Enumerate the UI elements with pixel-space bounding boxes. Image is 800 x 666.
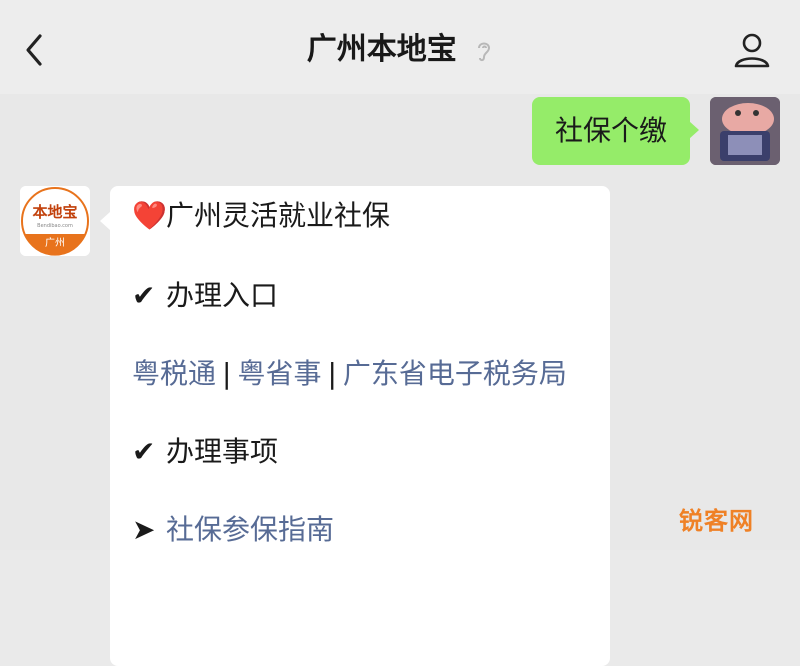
entry-heading-line: ✔ 办理入口 <box>132 276 278 316</box>
chat-title: 广州本地宝 <box>306 32 457 67</box>
items-heading-line: ✔ 办理事项 <box>132 432 278 472</box>
logo-city-text: 广州 <box>45 237 65 249</box>
arrow-right-icon: ➤ <box>132 513 156 546</box>
message-title: 广州灵活就业社保 <box>166 199 391 232</box>
watermark: 锐客网 <box>679 507 754 535</box>
person-icon <box>734 33 770 68</box>
link-yueshengshi[interactable]: 粤省事 <box>237 357 321 390</box>
items-heading: 办理事项 <box>166 435 279 468</box>
entry-heading: 办理入口 <box>166 279 279 312</box>
guide-line: ➤ 社保参保指南 <box>132 510 334 550</box>
sent-message-bubble[interactable]: 社保个缴 <box>532 97 690 165</box>
logo-site-text: Bendibao.com <box>37 223 73 229</box>
checkmark-icon: ✔ <box>132 435 156 468</box>
sent-message-text: 社保个缴 <box>554 114 667 147</box>
avatar-image <box>710 97 780 165</box>
chat-area[interactable]: 社保个缴 本地宝 Bendibao.com 广州 ❤️广州灵活就业社保 ✔ 办理入… <box>0 94 800 666</box>
link-separator: | <box>222 357 232 390</box>
heart-icon: ❤️ <box>132 199 167 232</box>
chat-header: 广州本地宝 <box>0 0 800 94</box>
contact-avatar[interactable]: 本地宝 Bendibao.com 广州 <box>20 186 90 256</box>
profile-button[interactable] <box>732 30 772 70</box>
link-separator: | <box>327 357 337 390</box>
link-guide[interactable]: 社保参保指南 <box>166 513 334 546</box>
sent-bubble-tail <box>689 121 699 139</box>
ear-icon <box>478 42 491 61</box>
logo-brand-text: 本地宝 <box>32 203 77 221</box>
received-message-bubble[interactable]: ❤️广州灵活就业社保 ✔ 办理入口 粤税通 | 粤省事 | 广东省电子税务局 ✔ 办理事项 … <box>110 186 610 666</box>
chat-title-wrap: 广州本地宝 <box>0 28 800 72</box>
message-title-line: ❤️广州灵活就业社保 <box>132 196 390 236</box>
received-bubble-tail <box>100 212 110 230</box>
link-guangdong-e-tax[interactable]: 广东省电子税务局 <box>343 357 567 390</box>
my-avatar[interactable] <box>710 97 780 165</box>
link-yueshuitong[interactable]: 粤税通 <box>132 357 216 390</box>
checkmark-icon: ✔ <box>132 279 156 312</box>
entry-links-line: 粤税通 | 粤省事 | 广东省电子税务局 <box>132 354 567 394</box>
bendibao-logo: 本地宝 Bendibao.com 广州 <box>20 186 90 256</box>
